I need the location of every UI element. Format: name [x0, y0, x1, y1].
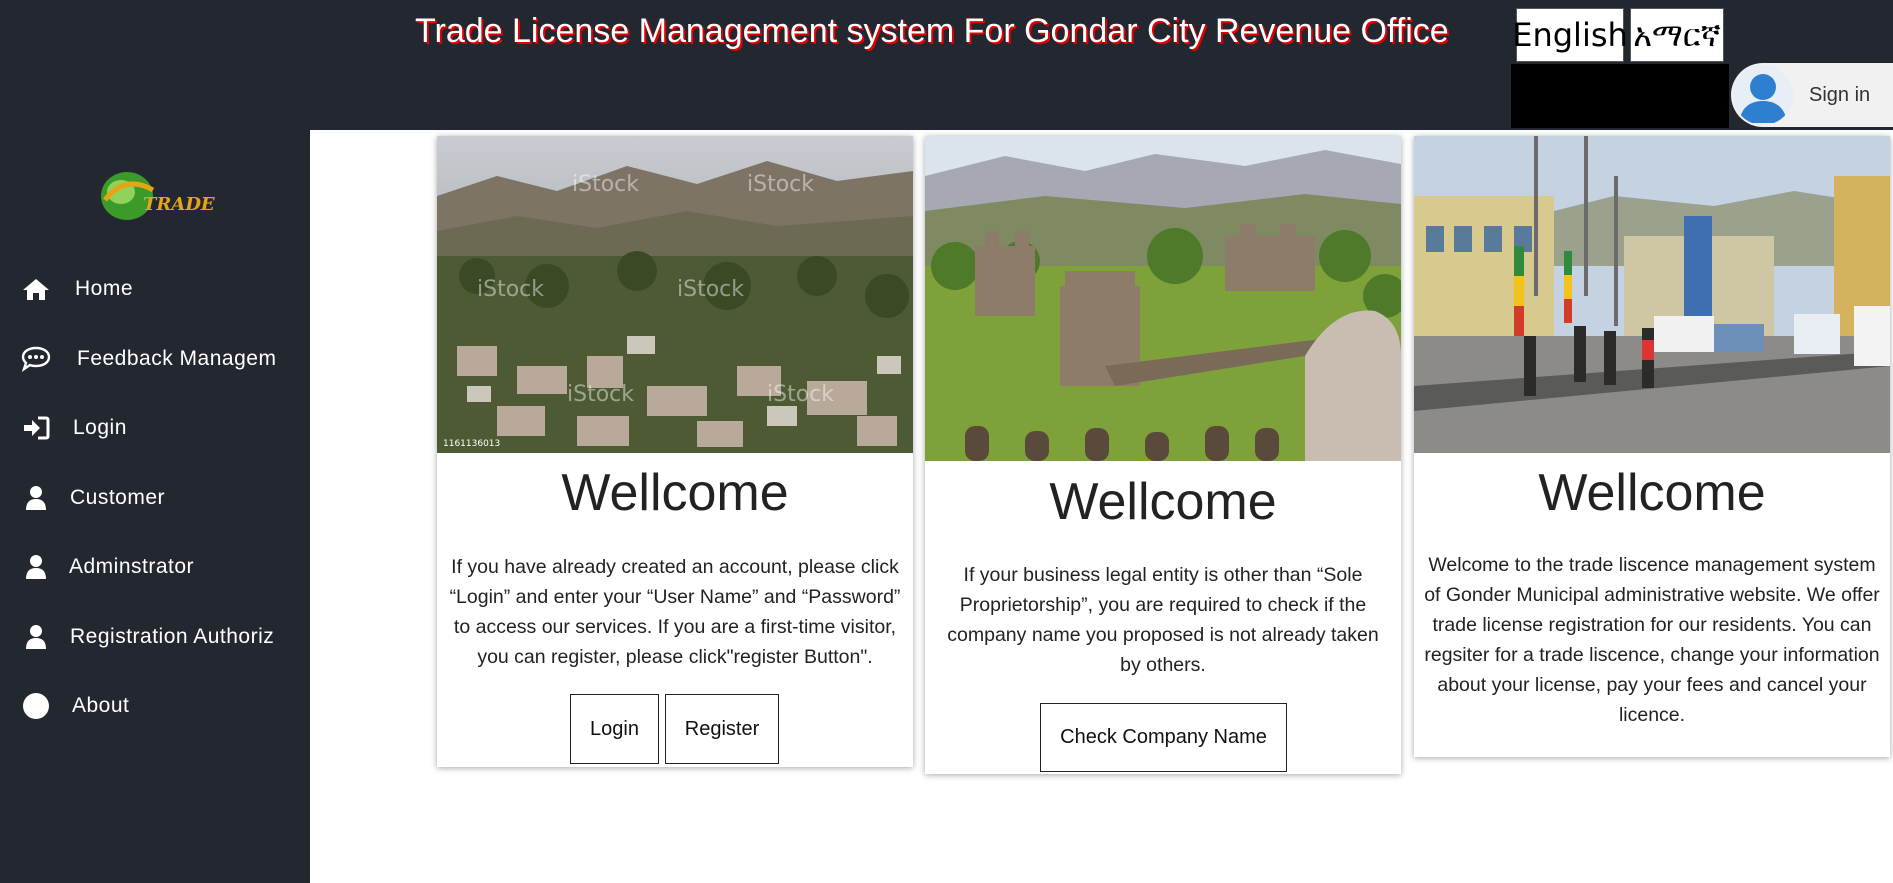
svg-text:1161136013: 1161136013: [443, 439, 500, 449]
sidebar-item-about[interactable]: About: [20, 691, 129, 721]
sign-in-label: Sign in: [1809, 83, 1871, 106]
sidebar-item-feedback[interactable]: Feedback Managem: [20, 344, 276, 374]
svg-text:TRADE: TRADE: [143, 194, 215, 215]
sidebar-item-label: Customer: [70, 486, 166, 509]
user-icon: [20, 483, 52, 513]
language-english-button[interactable]: English: [1512, 8, 1628, 62]
svg-text:iStock: iStock: [677, 277, 744, 302]
site-title: Trade License Management system For Gond…: [415, 12, 1449, 50]
login-icon: [20, 413, 52, 443]
sidebar-item-customer[interactable]: Customer: [20, 483, 165, 513]
welcome-card-login: iStock iStock iStock iStock iStock iStoc…: [437, 136, 913, 767]
welcome-card-about: Wellcome Welcome to the trade liscence m…: [1414, 136, 1890, 757]
city-panorama-photo: iStock iStock iStock iStock iStock iStoc…: [437, 136, 913, 453]
feedback-icon: [20, 344, 52, 374]
login-button[interactable]: Login: [570, 694, 659, 764]
language-switcher: [1511, 64, 1729, 128]
card-text: If your business legal entity is other t…: [947, 564, 1379, 676]
sign-in-button[interactable]: Sign in: [1731, 63, 1893, 127]
sidebar-item-login[interactable]: Login: [20, 413, 127, 443]
sidebar-item-adminstrator[interactable]: Adminstrator: [20, 552, 194, 582]
user-icon: [20, 552, 52, 582]
svg-text:iStock: iStock: [767, 382, 834, 407]
svg-text:iStock: iStock: [477, 277, 544, 302]
sidebar-item-label: Home: [75, 277, 134, 300]
sidebar-item-label: About: [72, 694, 130, 717]
check-company-name-button[interactable]: Check Company Name: [1040, 703, 1287, 772]
castle-photo: [925, 136, 1401, 461]
card-text: Welcome to the trade liscence management…: [1424, 554, 1880, 726]
sidebar-item-label: Registration Authoriz: [70, 625, 275, 648]
sidebar-item-label: Adminstrator: [69, 555, 195, 578]
sidebar-item-label: Login: [73, 416, 127, 439]
sidebar-item-registration-authoriz[interactable]: Registration Authoriz: [20, 622, 274, 652]
card-heading: Wellcome: [1538, 464, 1766, 522]
svg-text:iStock: iStock: [567, 382, 634, 407]
card-heading: Wellcome: [1049, 473, 1277, 531]
card-text: If you have already created an account, …: [449, 556, 901, 668]
card-heading: Wellcome: [561, 464, 789, 522]
circle-icon: [20, 691, 52, 721]
user-icon: [20, 622, 52, 652]
svg-text:iStock: iStock: [747, 172, 814, 197]
svg-text:iStock: iStock: [572, 172, 639, 197]
register-button[interactable]: Register: [665, 694, 779, 764]
street-photo: [1414, 136, 1890, 453]
logo-icon[interactable]: TRADE: [95, 160, 225, 230]
avatar-icon: [1733, 65, 1793, 125]
home-icon: [20, 274, 52, 304]
language-amharic-button[interactable]: አማርኛ: [1630, 8, 1724, 62]
sidebar-item-label: Feedback Managem: [77, 347, 277, 370]
sidebar-item-home[interactable]: Home: [20, 274, 133, 304]
welcome-card-company-name: Wellcome If your business legal entity i…: [925, 136, 1401, 774]
